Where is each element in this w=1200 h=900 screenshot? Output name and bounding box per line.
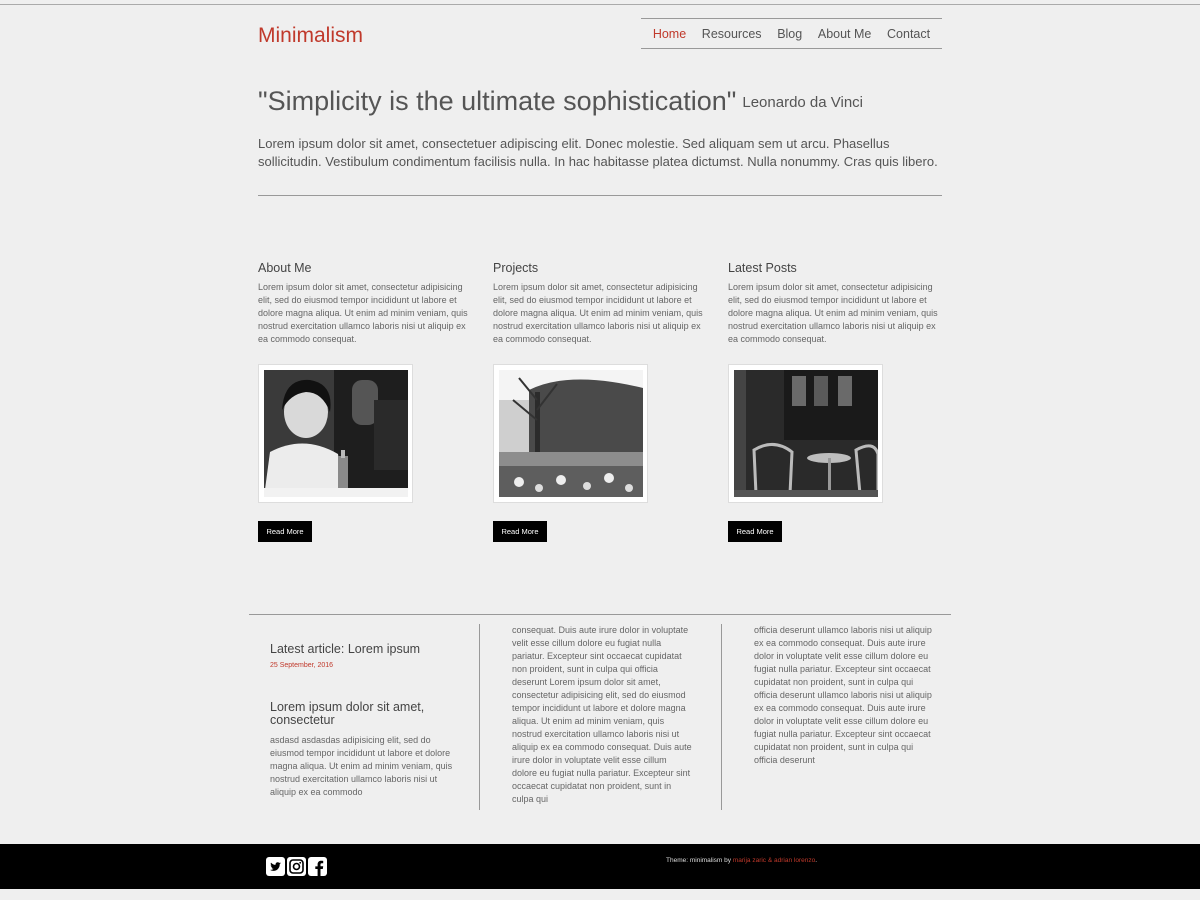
credit-authors-link[interactable]: marija zaric & adrian lorenzo <box>733 857 815 864</box>
article-title[interactable]: Lorem ipsum dolor sit amet, consectetur <box>270 701 460 727</box>
twitter-icon[interactable] <box>266 857 285 876</box>
instagram-icon[interactable] <box>287 857 306 876</box>
article-text-middle: consequat. Duis aute irure dolor in volu… <box>512 625 692 804</box>
quote-author: Leonardo da Vinci <box>742 94 864 111</box>
quote-text: "Simplicity is the ultimate sophisticati… <box>258 86 737 116</box>
nav-item-home[interactable]: Home <box>653 27 686 41</box>
lower-divider <box>249 614 951 615</box>
credit-suffix: . <box>815 857 818 864</box>
top-rule <box>0 4 1200 5</box>
read-more-button[interactable]: Read More <box>728 521 782 542</box>
column-photo[interactable] <box>728 364 883 503</box>
column-separator <box>721 624 722 810</box>
hero-intro: Lorem ipsum dolor sit amet, consectetuer… <box>258 136 938 169</box>
article-excerpt: asdasd asdasdas adipisicing elit, sed do… <box>270 735 453 797</box>
column-title: Projects <box>493 261 539 275</box>
social-links <box>266 857 327 876</box>
column-text: Lorem ipsum dolor sit amet, consectetur … <box>493 282 703 344</box>
column-text: Lorem ipsum dolor sit amet, consectetur … <box>258 282 468 344</box>
latest-article-date: 25 September, 2016 <box>270 662 334 669</box>
facebook-icon[interactable] <box>308 857 327 876</box>
nav-item-resources[interactable]: Resources <box>702 27 762 41</box>
park-image <box>499 370 643 497</box>
cafe-image <box>734 370 878 497</box>
article-text-right: officia deserunt ullamco laboris nisi ut… <box>754 625 932 765</box>
latest-article-title[interactable]: Latest article: Lorem ipsum <box>270 642 420 656</box>
hero-quote: "Simplicity is the ultimate sophisticati… <box>258 86 863 117</box>
nav-item-blog[interactable]: Blog <box>777 27 802 41</box>
column-photo[interactable] <box>258 364 413 503</box>
bottom-strip <box>0 889 1200 900</box>
main-nav: Home Resources Blog About Me Contact <box>641 18 942 49</box>
credit-prefix: Theme: minimalism by <box>666 857 732 864</box>
column-photo[interactable] <box>493 364 648 503</box>
site-footer: Theme: minimalism by marija zaric & adri… <box>0 844 1200 889</box>
site-brand[interactable]: Minimalism <box>258 24 363 48</box>
column-separator <box>479 624 480 810</box>
column-title: About Me <box>258 261 312 275</box>
read-more-button[interactable]: Read More <box>258 521 312 542</box>
nav-item-about-me[interactable]: About Me <box>818 27 872 41</box>
read-more-button[interactable]: Read More <box>493 521 547 542</box>
column-about-me: About Me Lorem ipsum dolor sit amet, con… <box>258 261 474 542</box>
column-text: Lorem ipsum dolor sit amet, consectetur … <box>728 282 938 344</box>
column-latest-posts: Latest Posts Lorem ipsum dolor sit amet,… <box>728 261 944 542</box>
nav-item-contact[interactable]: Contact <box>887 27 930 41</box>
footer-credit: Theme: minimalism by marija zaric & adri… <box>666 857 817 864</box>
column-projects: Projects Lorem ipsum dolor sit amet, con… <box>493 261 709 542</box>
portrait-image <box>264 370 408 497</box>
column-title: Latest Posts <box>728 261 797 275</box>
hero-divider <box>258 195 942 196</box>
